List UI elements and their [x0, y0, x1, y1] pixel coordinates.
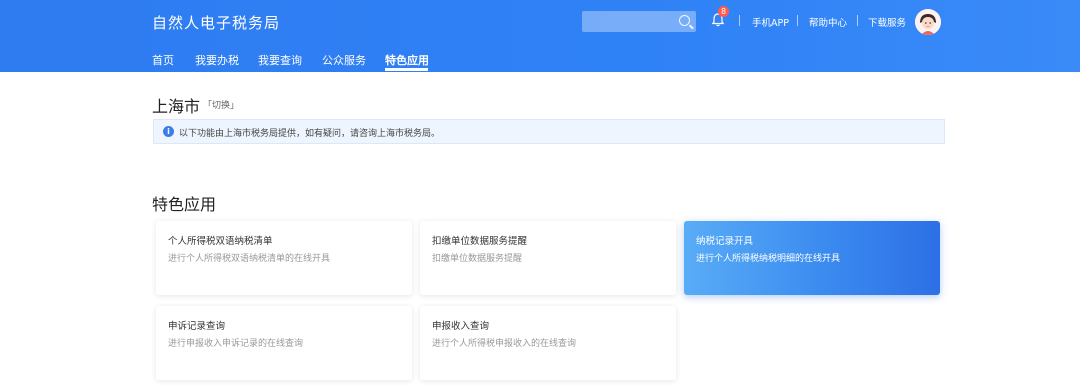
card-title: 个人所得税双语纳税清单 — [168, 236, 273, 247]
card-appeal-record-query[interactable]: 申诉记录查询 进行申报收入申诉记录的在线查询 — [156, 306, 412, 380]
help-center-link[interactable]: 帮助中心 — [809, 15, 847, 29]
card-desc: 进行个人所得税申报收入的在线查询 — [432, 339, 577, 349]
card-desc: 进行个人所得税纳税明细的在线开具 — [696, 254, 841, 264]
city-title: 上海市 — [152, 97, 201, 116]
card-title: 申诉记录查询 — [168, 321, 226, 332]
card-title: 申报收入查询 — [432, 321, 490, 332]
card-tax-record-issue[interactable]: 纳税记录开具 进行个人所得税纳税明细的在线开具 — [684, 221, 940, 295]
section-title: 特色应用 — [152, 195, 217, 214]
info-notice: i 以下功能由上海市税务局提供，如有疑问，请咨询上海市税务局。 — [153, 119, 945, 144]
download-service-link[interactable]: 下载服务 — [868, 15, 906, 29]
nav-featured-apps[interactable]: 特色应用 — [385, 52, 429, 68]
search-icon[interactable] — [679, 15, 690, 26]
avatar[interactable] — [915, 9, 941, 35]
card-declared-income-query[interactable]: 申报收入查询 进行个人所得税申报收入的在线查询 — [420, 306, 676, 380]
top-header: 自然人电子税务局 8 手机APP 帮助中心 下载服务 首页 我要办税 我要查询 … — [0, 0, 1080, 72]
card-desc: 扣缴单位数据服务提醒 — [432, 254, 523, 264]
divider — [857, 15, 858, 26]
nav-home[interactable]: 首页 — [152, 52, 174, 68]
card-title: 纳税记录开具 — [696, 236, 754, 247]
card-desc: 进行个人所得税双语纳税清单的在线开具 — [168, 254, 331, 264]
divider — [739, 15, 740, 26]
notice-text: 以下功能由上海市税务局提供，如有疑问，请咨询上海市税务局。 — [179, 129, 441, 139]
avatar-icon — [915, 9, 941, 35]
card-title: 扣缴单位数据服务提醒 — [432, 236, 528, 247]
site-logo[interactable]: 自然人电子税务局 — [152, 12, 280, 33]
switch-city-link[interactable]: 「切换」 — [203, 98, 239, 111]
divider — [797, 15, 798, 26]
card-desc: 进行申报收入申诉记录的在线查询 — [168, 339, 304, 349]
nav-public-service[interactable]: 公众服务 — [322, 52, 366, 68]
nav-active-indicator — [385, 68, 428, 71]
search-input[interactable] — [582, 11, 696, 32]
nav-query[interactable]: 我要查询 — [258, 52, 302, 68]
info-icon: i — [163, 126, 174, 137]
card-bilingual-tax-list[interactable]: 个人所得税双语纳税清单 进行个人所得税双语纳税清单的在线开具 — [156, 221, 412, 295]
mobile-app-link[interactable]: 手机APP — [752, 15, 789, 29]
card-withholding-reminder[interactable]: 扣缴单位数据服务提醒 扣缴单位数据服务提醒 — [420, 221, 676, 295]
nav-handle-tax[interactable]: 我要办税 — [195, 52, 239, 68]
notification-badge: 8 — [718, 6, 729, 17]
